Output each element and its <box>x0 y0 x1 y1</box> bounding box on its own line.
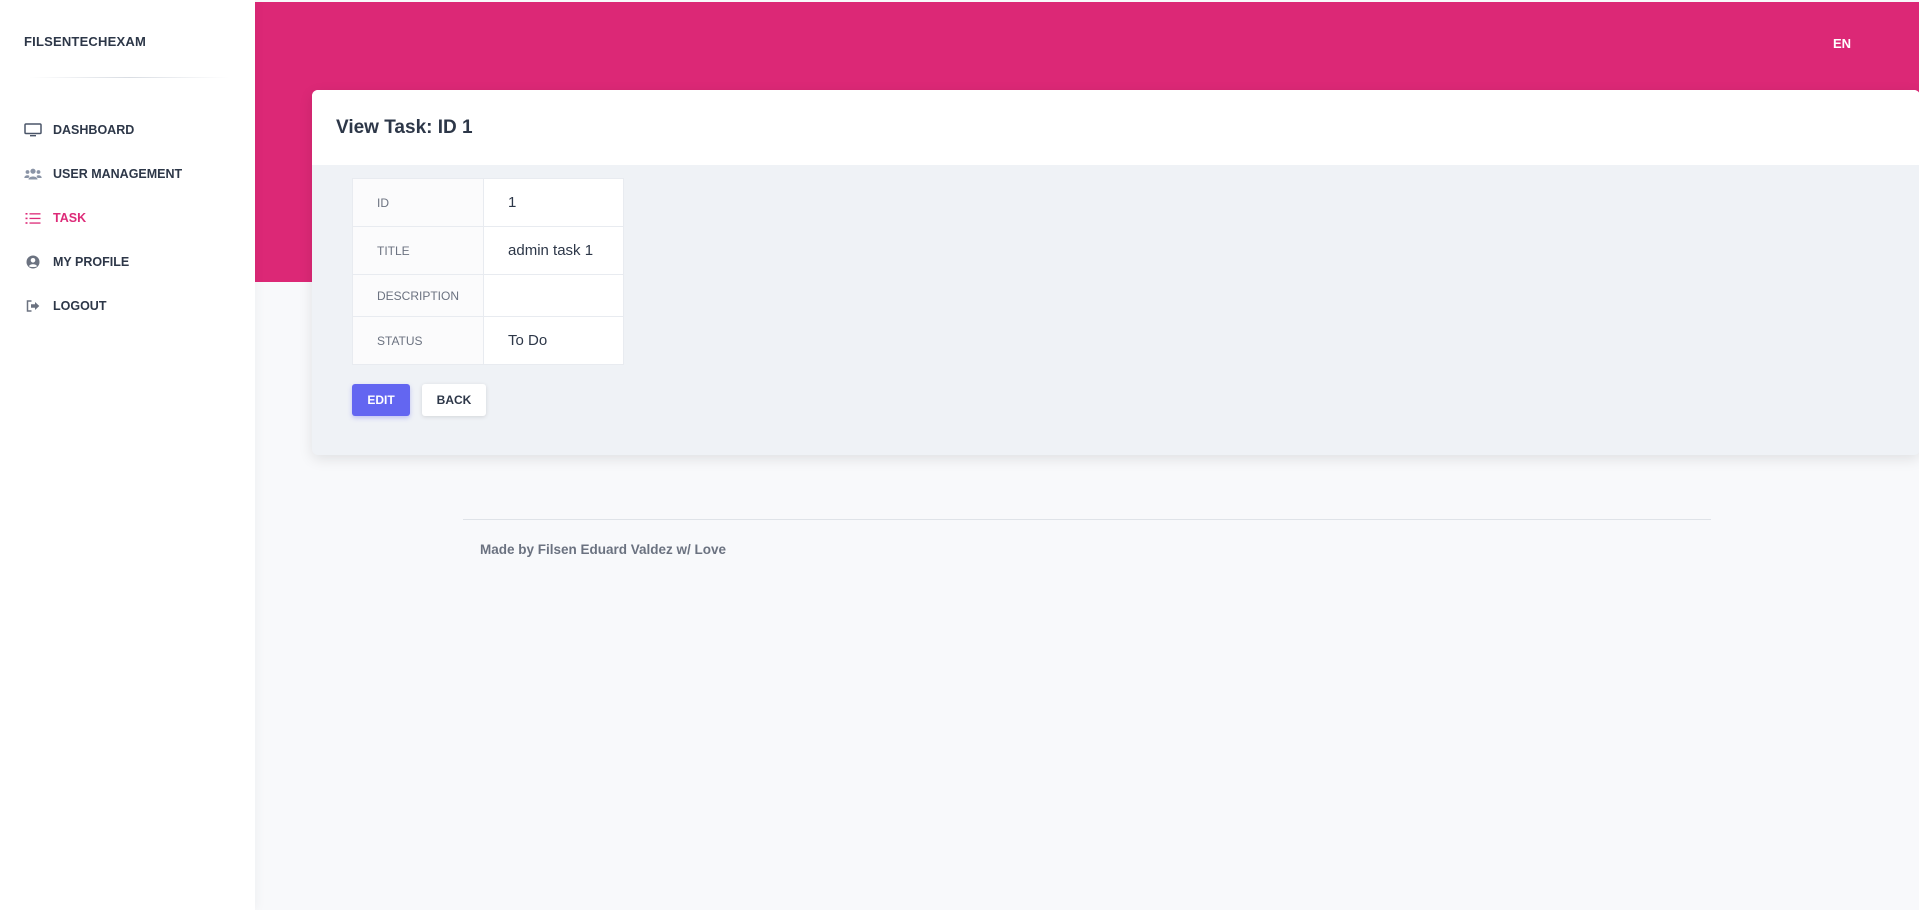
field-label: STATUS <box>351 316 485 365</box>
language-selector[interactable]: EN <box>1833 36 1851 51</box>
card-header: View Task: ID 1 <box>312 90 1919 165</box>
table-row: ID 1 <box>351 178 625 227</box>
field-value <box>483 274 625 317</box>
page-title: View Task: ID 1 <box>336 116 473 138</box>
logout-icon <box>24 297 42 315</box>
task-card: View Task: ID 1 ID 1 TITLE admin task 1 … <box>312 90 1919 455</box>
sidebar-item-label: USER MANAGEMENT <box>53 167 183 181</box>
footer-divider <box>463 519 1711 520</box>
brand-divider <box>29 77 229 78</box>
field-value: To Do <box>483 316 625 365</box>
sidebar-item-logout[interactable]: LOGOUT <box>0 284 255 328</box>
sidebar-item-label: DASHBOARD <box>53 123 135 137</box>
field-value: admin task 1 <box>483 226 625 275</box>
brand-name[interactable]: FILSENTECHEXAM <box>24 34 146 49</box>
field-label: DESCRIPTION <box>351 274 485 317</box>
field-label: TITLE <box>351 226 485 275</box>
table-row: STATUS To Do <box>351 316 625 365</box>
tasks-list-icon <box>24 209 42 227</box>
main-content: EN View Task: ID 1 ID 1 TITLE admin task… <box>255 0 1919 910</box>
sidebar-item-task[interactable]: TASK <box>0 196 255 240</box>
edit-button[interactable]: EDIT <box>352 384 410 416</box>
table-row: DESCRIPTION <box>351 274 625 317</box>
field-value: 1 <box>483 178 625 227</box>
users-icon <box>24 165 42 183</box>
task-detail-table: ID 1 TITLE admin task 1 DESCRIPTION STAT… <box>351 178 625 365</box>
user-circle-icon <box>24 253 42 271</box>
sidebar-item-dashboard[interactable]: DASHBOARD <box>0 108 255 152</box>
sidebar-item-user-management[interactable]: USER MANAGEMENT <box>0 152 255 196</box>
monitor-icon <box>24 121 42 139</box>
sidebar-item-label: MY PROFILE <box>53 255 130 269</box>
sidebar-item-label: TASK <box>53 211 87 225</box>
back-button[interactable]: BACK <box>422 384 486 416</box>
sidebar: FILSENTECHEXAM DASHBOARD USER MANAGEMENT… <box>0 0 255 910</box>
sidebar-item-my-profile[interactable]: MY PROFILE <box>0 240 255 284</box>
table-row: TITLE admin task 1 <box>351 226 625 275</box>
field-label: ID <box>351 178 485 227</box>
sidebar-item-label: LOGOUT <box>53 299 107 313</box>
sidebar-nav: DASHBOARD USER MANAGEMENT TASK MY PROFIL… <box>0 108 255 328</box>
footer-credit: Made by Filsen Eduard Valdez w/ Love <box>480 542 727 557</box>
